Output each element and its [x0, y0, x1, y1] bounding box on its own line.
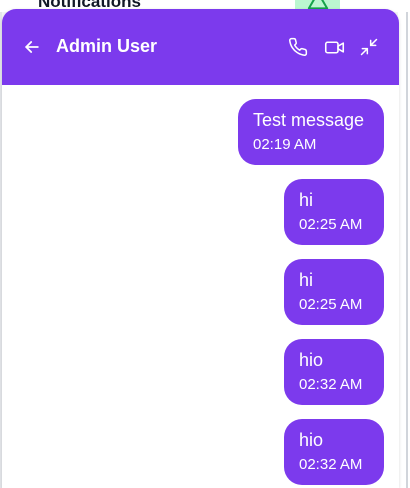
message-text: Test message [253, 110, 365, 130]
arrow-left-icon [25, 41, 39, 53]
message-bubble: hi 02:25 AM [284, 179, 384, 245]
message-bubble: hio 02:32 AM [284, 419, 384, 485]
background-right-edge [398, 12, 410, 488]
message-bubble: hi 02:25 AM [284, 259, 384, 325]
minimize-icon [360, 38, 378, 56]
call-button[interactable] [286, 35, 310, 59]
video-call-button[interactable] [322, 35, 346, 59]
page: Notifications Admin User Test message 02… [0, 0, 410, 488]
message-time: 02:32 AM [299, 456, 363, 473]
video-icon [324, 40, 344, 54]
message-text: hi [299, 270, 314, 290]
message-bubble: Test message 02:19 AM [238, 99, 384, 165]
message-time: 02:25 AM [299, 296, 363, 313]
message-text: hio [299, 350, 324, 370]
message-bubble: hio 02:32 AM [284, 339, 384, 405]
minimize-button[interactable] [357, 35, 381, 59]
message-time: 02:32 AM [299, 376, 363, 393]
chat-title: Admin User [56, 36, 158, 56]
back-button[interactable] [20, 35, 44, 59]
chat-window: Admin User Test message 02:19 AM hi 02:2… [2, 9, 399, 488]
message-time: 02:25 AM [299, 216, 363, 233]
page-scrollbar[interactable] [406, 12, 408, 488]
message-time: 02:19 AM [253, 136, 317, 153]
phone-icon [289, 37, 308, 56]
message-text: hio [299, 430, 324, 450]
message-text: hi [299, 190, 314, 210]
chat-header: Admin User [2, 9, 399, 85]
message-list[interactable]: Test message 02:19 AM hi 02:25 AM hi 02:… [2, 85, 399, 488]
